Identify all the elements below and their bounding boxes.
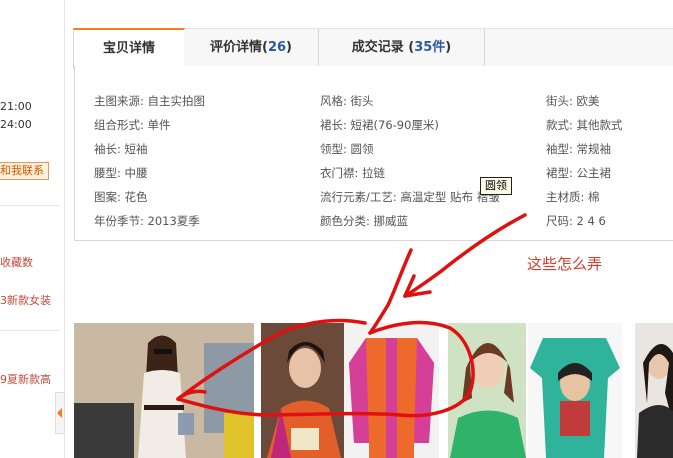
red-arrow-scribble-icon — [176, 213, 527, 418]
